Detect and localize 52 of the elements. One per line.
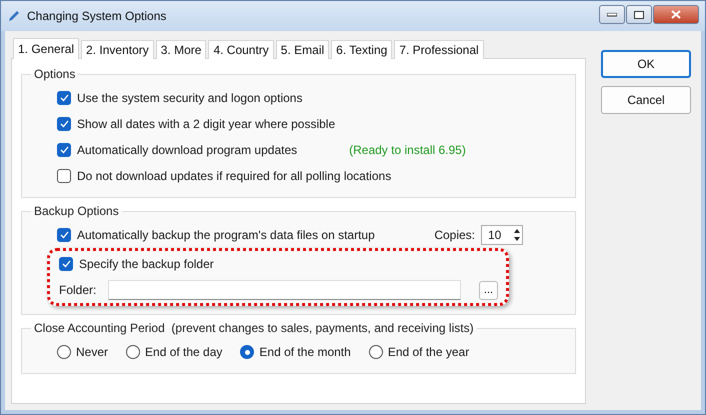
checkbox-label[interactable]: Show all dates with a 2 digit year where possible xyxy=(77,117,336,131)
radio-label[interactable]: End of the month xyxy=(259,345,351,359)
tab[interactable]: 2. Inventory xyxy=(81,40,154,59)
checkmark-icon xyxy=(60,120,68,128)
dialog-button[interactable]: Cancel xyxy=(601,86,691,114)
checkbox[interactable] xyxy=(57,91,71,105)
checkbox-label[interactable]: Specify the backup folder xyxy=(79,257,214,271)
minimize-button[interactable] xyxy=(599,5,625,24)
checkbox-label[interactable]: Automatically download program updates xyxy=(77,143,298,157)
radio-label[interactable]: End of the day xyxy=(145,345,222,359)
maximize-button[interactable] xyxy=(626,5,652,24)
minimize-icon xyxy=(607,12,617,16)
spin-arrows-icon[interactable] xyxy=(512,227,522,243)
checkmark-icon xyxy=(60,231,68,239)
radio-button[interactable] xyxy=(57,345,71,359)
folder-label: Folder: xyxy=(59,283,96,297)
browse-button[interactable]: ... xyxy=(479,280,498,300)
checkmark-icon xyxy=(62,260,70,268)
group-title: Close Accounting Period (prevent changes to sales, payments, and receiving lists) xyxy=(33,321,475,335)
maximize-icon xyxy=(634,10,644,18)
close-icon xyxy=(671,10,681,19)
checkbox[interactable] xyxy=(57,169,71,183)
status-note: (Ready to install 6.95) xyxy=(349,143,466,157)
folder-field[interactable] xyxy=(108,280,461,300)
checkbox[interactable] xyxy=(57,228,71,242)
tab[interactable]: 3. More xyxy=(156,40,206,59)
copies-spinner[interactable]: 10 xyxy=(481,225,523,245)
checkbox[interactable] xyxy=(57,117,71,131)
dialog-button[interactable]: OK xyxy=(601,50,691,78)
copies-label: Copies: xyxy=(434,228,475,242)
tab[interactable]: 7. Professional xyxy=(394,40,484,59)
radio-label[interactable]: Never xyxy=(76,345,108,359)
radio-label[interactable]: End of the year xyxy=(388,345,470,359)
tab[interactable]: 4. Country xyxy=(208,40,274,59)
radio-button[interactable] xyxy=(368,345,383,359)
window-title: Changing System Options xyxy=(27,9,168,23)
close-button[interactable] xyxy=(653,5,699,24)
group-title: Options xyxy=(33,67,76,81)
checkmark-icon xyxy=(60,146,68,154)
checkbox-label[interactable]: Use the system security and logon options xyxy=(77,91,302,105)
radio-button[interactable] xyxy=(240,345,254,359)
radio-button[interactable] xyxy=(126,345,140,359)
checkmark-icon xyxy=(60,94,68,102)
tab[interactable]: 1. General xyxy=(13,38,80,59)
group-title: Backup Options xyxy=(33,204,120,218)
checkbox[interactable] xyxy=(59,257,73,271)
checkbox[interactable] xyxy=(57,143,71,157)
tab[interactable]: 5. Email xyxy=(276,40,330,59)
pencil-icon xyxy=(7,9,21,23)
tab[interactable]: 6. Texting xyxy=(331,40,392,59)
checkbox-label[interactable]: Do not download updates if required for all polling locations xyxy=(77,169,392,183)
checkbox-label[interactable]: Automatically backup the program's data files on startup xyxy=(77,228,375,242)
